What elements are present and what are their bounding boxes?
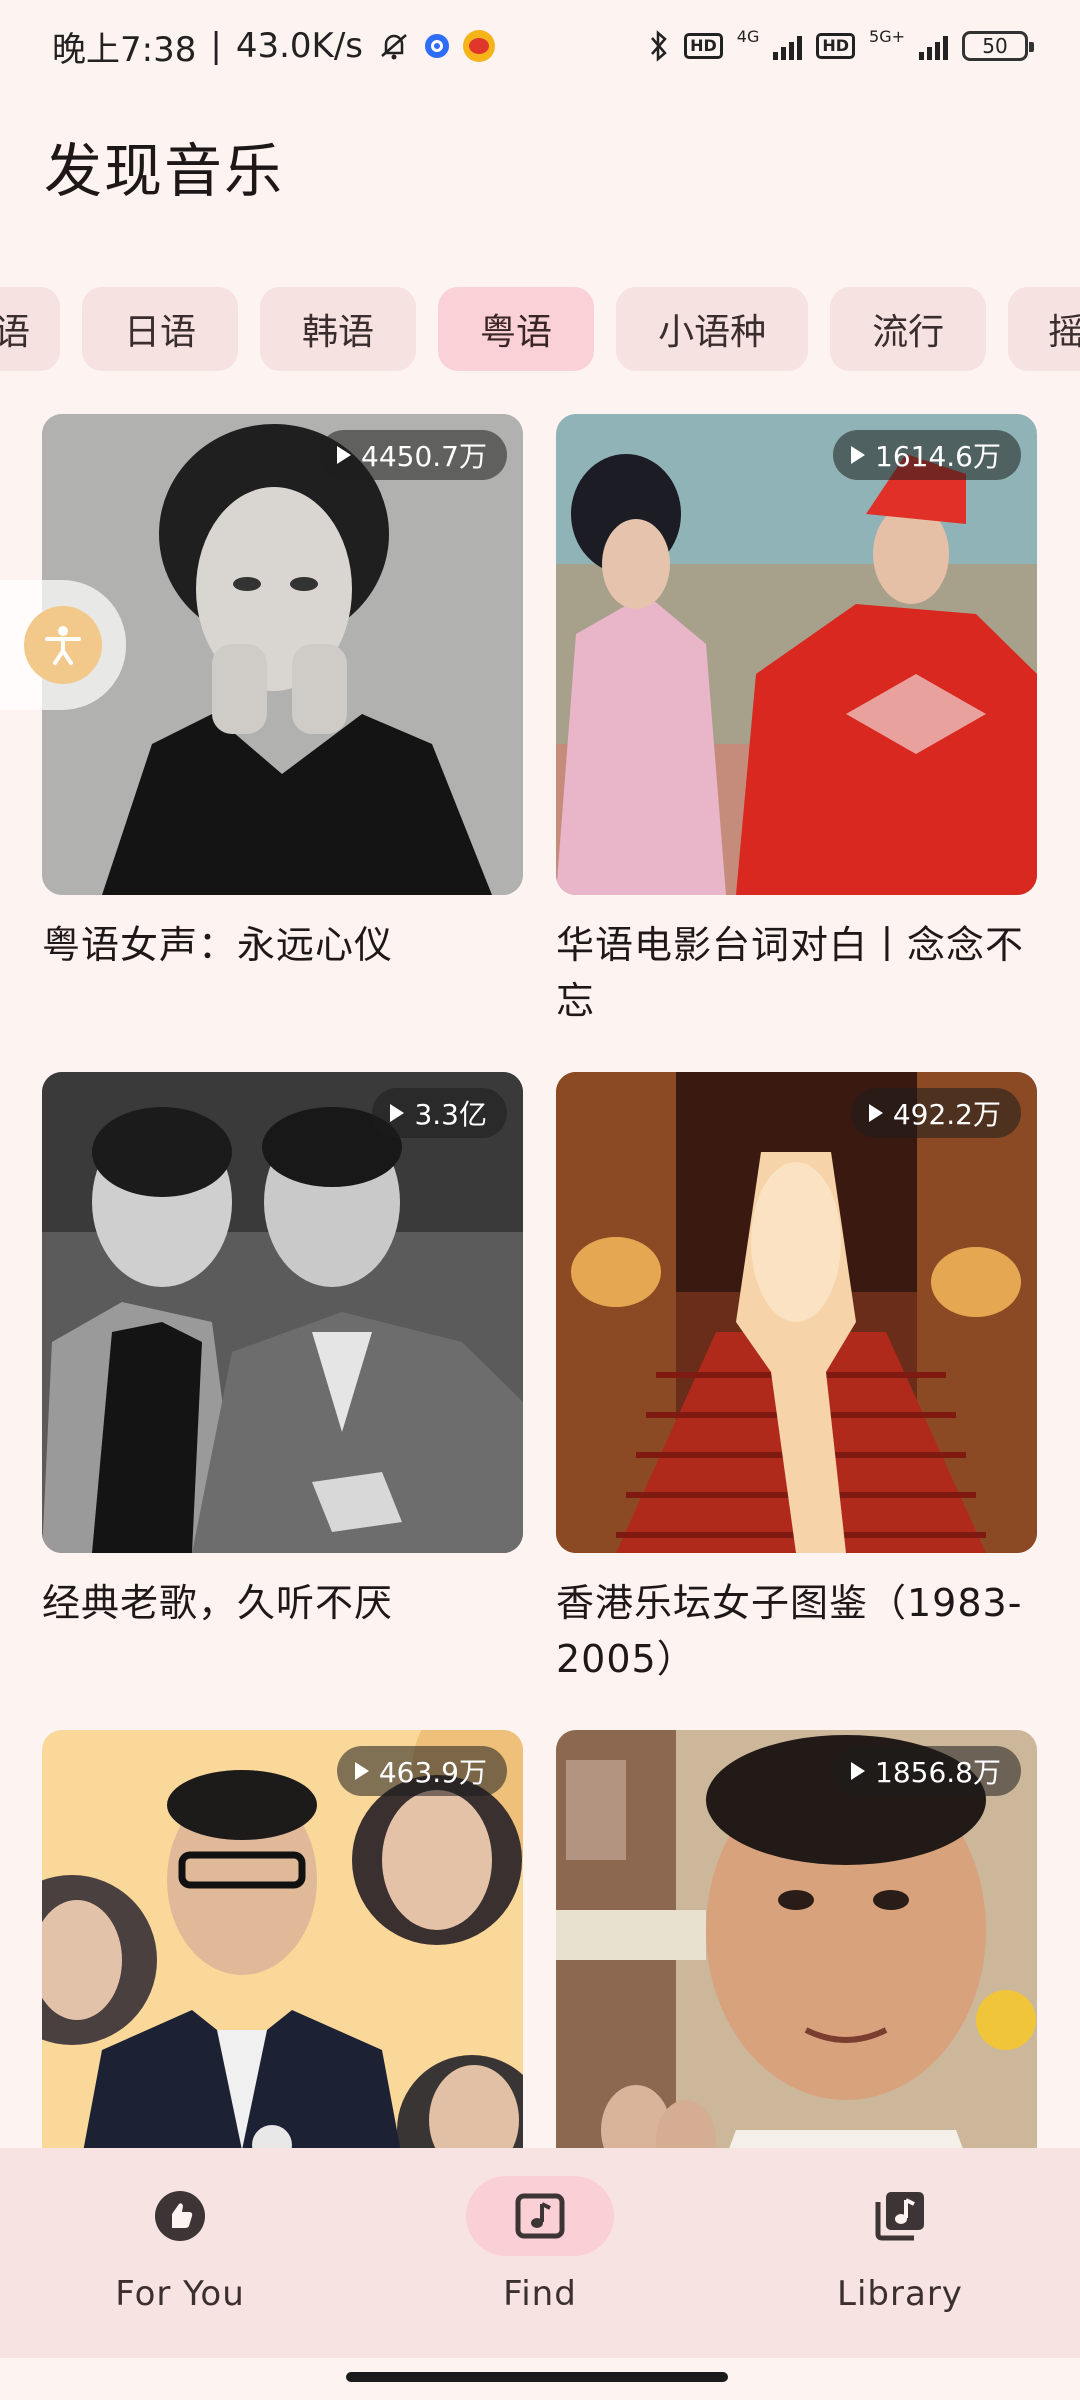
play-count: 1614.6万 [875, 440, 1001, 473]
page-title: 发现音乐 [44, 137, 285, 205]
playlist-title[interactable]: 粤语女声：永远心仪 [42, 917, 523, 973]
playlist-card[interactable]: 1856.8万 [556, 1730, 1037, 2211]
nav-find-icon-wrap[interactable] [466, 2176, 614, 2256]
hd-badge-2: HD [816, 33, 856, 59]
chip-partial-right[interactable]: 摇 [1008, 287, 1080, 371]
nav-for-you-label: For You [115, 2274, 245, 2314]
screen: 晚上7:38 | 43.0K/s HD 4G HD 5G+ 50 发现音乐 语 … [0, 0, 1080, 2400]
play-count-badge: 3.3亿 [372, 1088, 507, 1138]
status-bar: 晚上7:38 | 43.0K/s HD 4G HD 5G+ 50 [0, 0, 1080, 92]
chip-pop[interactable]: 流行 [830, 287, 987, 371]
nav-library[interactable]: Library [750, 2176, 1050, 2314]
chip-minor-languages[interactable]: 小语种 [616, 287, 809, 371]
play-count: 1856.8万 [875, 1756, 1001, 1789]
bottom-navigation: For You Find Library [0, 2148, 1080, 2358]
weibo-icon [463, 30, 495, 62]
playlist-cover[interactable]: 3.3亿 [42, 1072, 523, 1553]
status-speed: 43.0K/s [235, 26, 363, 66]
notification-app-icon [425, 34, 449, 58]
status-divider: | [210, 26, 222, 66]
home-indicator[interactable] [346, 2372, 728, 2382]
playlist-card[interactable]: 492.2万 香港乐坛女子图鉴（1983-2005） [556, 1072, 1037, 1687]
playlist-title[interactable]: 经典老歌，久听不厌 [42, 1575, 523, 1631]
category-chips: 语 日语 韩语 粤语 小语种 流行 摇 [0, 287, 1080, 371]
play-count-badge: 4450.7万 [319, 430, 507, 480]
playlist-cover[interactable]: 492.2万 [556, 1072, 1037, 1553]
playlist-title[interactable]: 香港乐坛女子图鉴（1983-2005） [556, 1575, 1037, 1687]
play-icon [354, 1762, 369, 1780]
playlist-cover[interactable]: 1614.6万 [556, 414, 1037, 895]
playlist-cover[interactable]: 1856.8万 [556, 1730, 1037, 2211]
network-type-1: 4G [736, 26, 760, 46]
network-type-2: 5G+ [869, 26, 905, 46]
play-count-badge: 1856.8万 [833, 1746, 1021, 1796]
hd-badge-1: HD [684, 33, 723, 59]
signal-icon-1 [773, 32, 803, 60]
play-count: 4450.7万 [361, 440, 487, 473]
signal-icon-2 [919, 32, 948, 60]
play-count-badge: 1614.6万 [833, 430, 1021, 480]
play-count: 463.9万 [378, 1756, 487, 1789]
play-icon [337, 446, 352, 464]
play-count: 3.3亿 [414, 1098, 487, 1131]
nav-library-label: Library [837, 2274, 963, 2314]
nav-find[interactable]: Find [390, 2176, 690, 2314]
play-icon [390, 1104, 405, 1122]
play-count-badge: 463.9万 [336, 1746, 507, 1796]
playlist-card[interactable]: 1614.6万 华语电影台词对白丨念念不忘 [556, 414, 1037, 1029]
status-time: 晚上7:38 [52, 29, 197, 70]
bluetooth-icon [648, 29, 670, 63]
chip-korean[interactable]: 韩语 [260, 287, 417, 371]
playlist-card[interactable]: 4450.7万 粤语女声：永远心仪 [42, 414, 523, 973]
nav-find-label: Find [503, 2274, 577, 2314]
play-icon [851, 446, 866, 464]
playlist-card[interactable]: 3.3亿 经典老歌，久听不厌 [42, 1072, 523, 1631]
nav-for-you[interactable]: For You [30, 2176, 330, 2314]
play-icon [851, 1762, 866, 1780]
cover-image-6 [556, 1730, 1037, 2211]
nav-for-you-icon-wrap[interactable] [106, 2176, 254, 2256]
cover-image-4 [556, 1072, 1037, 1553]
playlist-card[interactable]: 463.9万 [42, 1730, 523, 2211]
nav-library-icon-wrap[interactable] [826, 2176, 974, 2256]
library-icon [875, 2192, 924, 2241]
status-left: 晚上7:38 | 43.0K/s [52, 22, 495, 71]
cover-image-3 [42, 1072, 523, 1553]
music-note-frame-icon [515, 2193, 565, 2239]
playlist-cover[interactable]: 463.9万 [42, 1730, 523, 2211]
accessibility-icon[interactable] [24, 606, 102, 684]
chip-cantonese[interactable]: 粤语 [438, 287, 595, 371]
cover-image-5 [42, 1730, 523, 2211]
chip-japanese[interactable]: 日语 [82, 287, 239, 371]
playlist-title[interactable]: 华语电影台词对白丨念念不忘 [556, 917, 1037, 1029]
play-count: 492.2万 [892, 1098, 1001, 1131]
play-count-badge: 492.2万 [850, 1088, 1021, 1138]
mute-bell-icon [377, 29, 411, 63]
accessibility-floating-button[interactable] [0, 580, 126, 710]
cover-image-2 [556, 414, 1037, 895]
thumbs-up-icon [155, 2191, 205, 2241]
play-icon [868, 1104, 883, 1122]
battery-icon: 50 [962, 31, 1034, 61]
chip-partial-left[interactable]: 语 [0, 287, 61, 371]
status-right: HD 4G HD 5G+ 50 [648, 26, 1034, 63]
